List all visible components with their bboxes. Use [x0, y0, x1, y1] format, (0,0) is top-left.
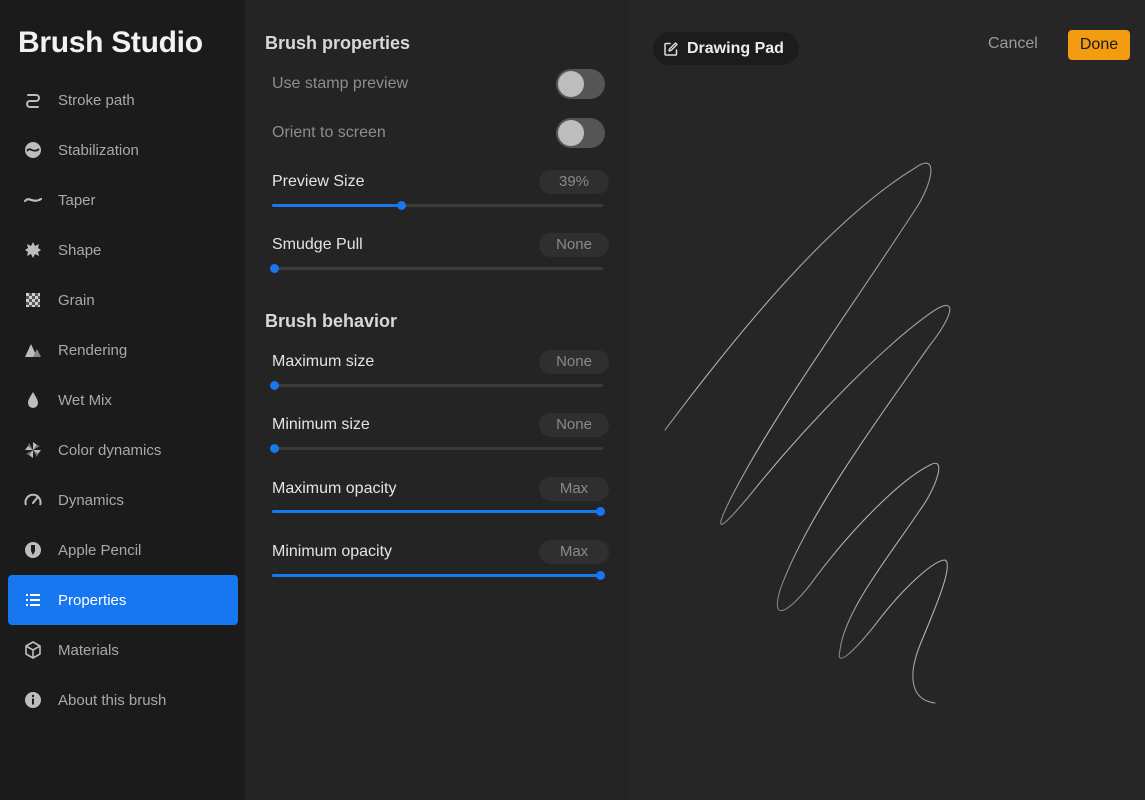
maximum-size-label: Maximum size — [272, 353, 375, 370]
sidebar: Brush Studio Stroke path Stabilization T… — [0, 0, 245, 800]
stroke-path — [664, 162, 951, 704]
use-stamp-preview-toggle[interactable] — [556, 69, 605, 99]
drawing-pad-title: Drawing Pad — [687, 39, 784, 57]
color-dynamics-icon — [23, 440, 43, 460]
taper-icon — [23, 190, 43, 210]
sidebar-item-label: Dynamics — [58, 491, 124, 509]
slider-thumb[interactable] — [270, 444, 279, 453]
sidebar-item-stabilization[interactable]: Stabilization — [8, 125, 238, 175]
slider-thumb[interactable] — [596, 571, 605, 580]
maximum-opacity-label: Maximum opacity — [272, 480, 397, 497]
sidebar-item-apple-pencil[interactable]: Apple Pencil — [8, 525, 238, 575]
preview-size-slider[interactable] — [272, 201, 603, 210]
slider-fill — [272, 204, 400, 207]
sidebar-item-shape[interactable]: Shape — [8, 225, 238, 275]
sidebar-item-label: Stabilization — [58, 141, 139, 159]
section-title-brush-properties: Brush properties — [265, 33, 411, 53]
toggle-knob — [558, 120, 584, 146]
sidebar-item-label: About this brush — [58, 691, 167, 709]
preview-stroke — [664, 162, 951, 704]
shape-icon — [23, 240, 43, 260]
rendering-icon — [23, 340, 43, 360]
sidebar-item-wet-mix[interactable]: Wet Mix — [8, 375, 238, 425]
minimum-size-value[interactable]: None — [539, 413, 609, 437]
sidebar-item-grain[interactable]: Grain — [8, 275, 238, 325]
slider-thumb[interactable] — [596, 507, 605, 516]
wet-mix-icon — [23, 390, 43, 410]
sidebar-item-properties[interactable]: Properties — [8, 575, 238, 625]
slider-fill — [272, 510, 598, 513]
slider-thumb[interactable] — [270, 381, 279, 390]
minimum-opacity-label: Minimum opacity — [272, 543, 393, 560]
toggle-knob — [558, 71, 584, 97]
minimum-size-label: Minimum size — [272, 416, 370, 433]
maximum-opacity-slider[interactable] — [272, 507, 605, 516]
slider-thumb[interactable] — [397, 201, 407, 210]
drawing-pad-chip[interactable]: Drawing Pad — [653, 32, 799, 65]
maximum-size-slider[interactable] — [270, 381, 603, 390]
smudge-pull-value[interactable]: None — [539, 233, 609, 257]
sidebar-item-materials[interactable]: Materials — [8, 625, 238, 675]
sidebar-item-label: Taper — [58, 191, 96, 209]
sidebar-item-label: Materials — [58, 641, 119, 659]
edit-icon — [663, 41, 679, 57]
maximum-size-value[interactable]: None — [539, 350, 609, 374]
stabilization-icon — [23, 140, 43, 160]
sidebar-item-label: Apple Pencil — [58, 541, 142, 559]
sidebar-item-color-dynamics[interactable]: Color dynamics — [8, 425, 238, 475]
sidebar-item-rendering[interactable]: Rendering — [8, 325, 238, 375]
grain-icon — [23, 290, 43, 310]
drawing-pad[interactable]: Drawing Pad Cancel Done — [630, 0, 1145, 800]
minimum-opacity-value[interactable]: Max — [539, 540, 609, 564]
sidebar-item-taper[interactable]: Taper — [8, 175, 238, 225]
use-stamp-preview-label: Use stamp preview — [272, 75, 409, 92]
smudge-pull-slider[interactable] — [270, 264, 603, 273]
minimum-opacity-slider[interactable] — [272, 571, 605, 580]
properties-icon — [23, 590, 43, 610]
orient-to-screen-toggle[interactable] — [556, 118, 605, 148]
sidebar-item-label: Rendering — [58, 341, 128, 359]
materials-icon — [23, 640, 43, 660]
sidebar-item-label: Color dynamics — [58, 441, 162, 459]
dynamics-icon — [23, 490, 43, 510]
sidebar-item-label: Wet Mix — [58, 391, 112, 409]
smudge-pull-label: Smudge Pull — [272, 236, 363, 253]
sidebar-item-label: Shape — [58, 241, 102, 259]
minimum-size-slider[interactable] — [270, 444, 603, 453]
sidebar-item-label: Grain — [58, 291, 95, 309]
slider-thumb[interactable] — [270, 264, 279, 273]
preview-size-value[interactable]: 39% — [539, 170, 609, 194]
properties-panel: Brush properties Use stamp preview Orien… — [245, 0, 630, 800]
sidebar-nav: Stroke path Stabilization Taper Shape Gr… — [8, 75, 238, 725]
section-title-brush-behavior: Brush behavior — [265, 311, 398, 331]
sidebar-item-stroke-path[interactable]: Stroke path — [8, 75, 238, 125]
sidebar-item-dynamics[interactable]: Dynamics — [8, 475, 238, 525]
maximum-opacity-value[interactable]: Max — [539, 477, 609, 501]
sidebar-item-label: Stroke path — [58, 91, 135, 109]
slider-fill — [272, 574, 598, 577]
orient-to-screen-label: Orient to screen — [272, 124, 386, 141]
sidebar-item-about[interactable]: About this brush — [8, 675, 238, 725]
cancel-button[interactable]: Cancel — [988, 35, 1038, 53]
sidebar-item-label: Properties — [58, 591, 127, 609]
preview-size-label: Preview Size — [272, 173, 365, 190]
done-button[interactable]: Done — [1068, 30, 1130, 60]
apple-pencil-icon — [23, 540, 43, 560]
about-icon — [23, 690, 43, 710]
app-title: Brush Studio — [18, 26, 203, 59]
stroke-path-icon — [23, 90, 43, 110]
